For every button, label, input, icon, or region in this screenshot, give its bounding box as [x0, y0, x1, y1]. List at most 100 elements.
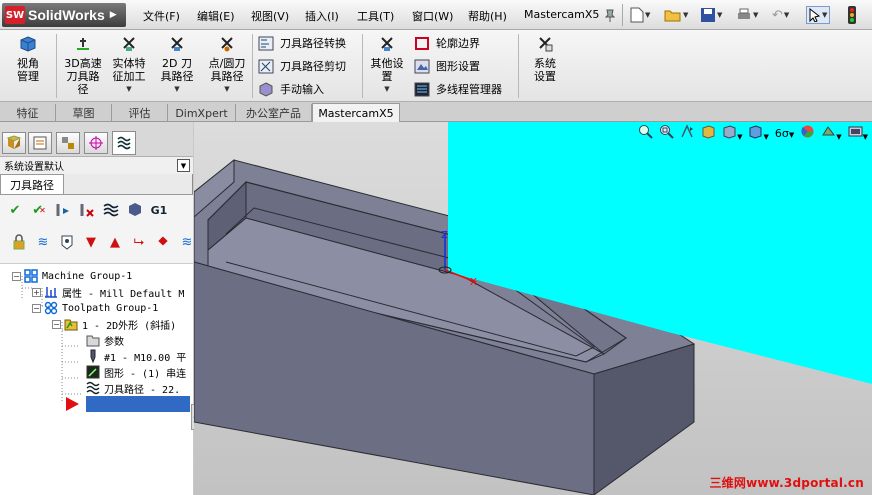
tree-node-label: 1 - 2D外形 (斜插) [82, 320, 177, 332]
new-document-icon[interactable]: ▼ [630, 6, 650, 24]
tab-mastercam-manager[interactable] [112, 131, 136, 155]
print-icon[interactable]: ▼ [736, 6, 758, 24]
config-selector[interactable]: 系统设置默认 ▼ [0, 156, 193, 174]
undo-icon[interactable]: ↶ ▼ [772, 6, 789, 24]
tab-toolpaths[interactable]: 刀具路径 [0, 174, 64, 194]
toggle-display-icon[interactable]: ≋ [34, 233, 52, 251]
menu-insert[interactable]: 插入(I) [305, 8, 339, 24]
previous-view-icon[interactable] [680, 124, 695, 142]
tree-node-properties[interactable]: + 属性 - Mill Default M [32, 284, 184, 300]
post-g1-icon[interactable]: G1 [150, 201, 168, 219]
3d-highspeed-label: 3D高速刀具路径 [64, 57, 102, 96]
other-settings-button[interactable]: 其他设置 ▼ [366, 36, 408, 96]
tab-dimxpert[interactable]: DimXpert [168, 104, 236, 122]
tab-office-products[interactable]: 办公室产品 [236, 104, 312, 122]
menu-file[interactable]: 文件(F) [143, 8, 180, 24]
collapse-toggle[interactable]: − [52, 319, 61, 329]
save-icon[interactable]: ▼ [700, 6, 722, 24]
solid-feature-icon [123, 37, 135, 51]
tree-node-toolpath-group[interactable]: − Toolpath Group-1 [32, 300, 158, 316]
verify-icon[interactable] [126, 201, 144, 219]
tab-feature-manager[interactable] [2, 132, 26, 154]
insert-position-highlight[interactable] [86, 396, 190, 412]
tree-node-toolpath[interactable]: 刀具路径 - 22. [86, 380, 180, 396]
select-all-invalid-icon[interactable]: ✔ ✕ [30, 201, 48, 219]
view-settings-icon[interactable]: ▼ [848, 124, 868, 142]
menu-edit[interactable]: 编辑(E) [197, 8, 235, 24]
menu-tools[interactable]: 工具(T) [357, 8, 394, 24]
system-settings-icon [539, 37, 553, 52]
tab-configuration-manager[interactable] [56, 132, 80, 154]
tab-sketch[interactable]: 草图 [56, 104, 112, 122]
multithread-manager-button[interactable]: 多线程管理器 [414, 80, 502, 98]
insert-arrow-icon[interactable]: ⮡ [130, 233, 148, 251]
tree-node-tool[interactable]: #1 - M10.00 平 [86, 348, 186, 364]
3d-highspeed-toolpath-button[interactable]: 3D高速刀具路径 [60, 36, 106, 96]
menu-mastercam[interactable]: MastercamX5 [524, 8, 599, 21]
z-axis-label: Z [441, 230, 448, 241]
insert-arrow-icon[interactable] [66, 397, 79, 411]
collapse-toggle[interactable]: − [32, 303, 41, 313]
tab-features[interactable]: 特征 [0, 104, 56, 122]
toolpath-transform-label: 刀具路径转换 [280, 37, 346, 50]
machine-group-icon [24, 269, 38, 283]
tree-node-operation-2d-contour[interactable]: − 1 - 2D外形 (斜插) [52, 316, 176, 332]
graphics-settings-button[interactable]: 图形设置 [414, 57, 480, 75]
2d-toolpath-button[interactable]: 2D 刀具路径 ▼ [154, 36, 200, 96]
select-all-icon[interactable]: ✔ [6, 201, 24, 219]
zoom-to-fit-icon[interactable] [638, 124, 653, 142]
regenerate-dirty-icon[interactable] [78, 201, 96, 219]
manual-entry-label: 手动输入 [280, 83, 324, 96]
contour-boundary-button[interactable]: 轮廓边界 [414, 34, 480, 52]
sw-logo-icon: SW [5, 6, 25, 24]
tree-node-label: Toolpath Group-1 [62, 302, 159, 314]
display-style-icon[interactable]: ▼ [748, 124, 769, 142]
move-down-icon[interactable]: ▼ [82, 233, 100, 251]
move-up-icon[interactable]: ▲ [106, 233, 124, 251]
tree-node-label: 刀具路径 - 22. [104, 384, 181, 396]
expand-toggle[interactable]: + [32, 287, 41, 297]
apply-scene-icon[interactable]: ▼ [821, 124, 842, 142]
open-folder-icon[interactable]: ▼ [664, 6, 688, 24]
toolpath-transform-button[interactable]: 刀具路径转换 [258, 34, 346, 52]
menu-view[interactable]: 视图(V) [251, 8, 289, 24]
traffic-light-icon[interactable] [848, 6, 856, 24]
graphics-viewport[interactable]: Z X ▼ ▼ 6σ▼ ▼ ▼ 三维网www.3dportal.cn [194, 122, 872, 495]
pin-icon[interactable] [602, 6, 618, 24]
other-settings-label: 其他设置 [370, 57, 404, 83]
select-arrow-icon[interactable]: ▼ [806, 6, 831, 24]
regenerate-icon[interactable] [54, 201, 72, 219]
menu-help[interactable]: 帮助(H) [468, 8, 507, 24]
system-settings-button[interactable]: 系统设置 [524, 36, 566, 83]
hide-show-items-icon[interactable]: 6σ▼ [775, 127, 794, 140]
tab-mastercamx5[interactable]: MastercamX5 [312, 103, 400, 123]
property-icon [33, 136, 47, 150]
tab-evaluate[interactable]: 评估 [112, 104, 168, 122]
chevron-down-icon[interactable]: ▼ [177, 159, 190, 172]
view-orientation-icon[interactable]: ▼ [722, 124, 742, 142]
tree-node-geometry[interactable]: 图形 - (1) 串连 [86, 364, 186, 380]
tree-node-label: #1 - M10.00 平 [104, 352, 187, 364]
edit-appearance-icon[interactable] [800, 124, 815, 142]
solid-feature-label: 实体特征加工 [112, 57, 146, 83]
point-circle-toolpath-button[interactable]: 点/圆刀具路径 ▼ [204, 36, 250, 96]
manual-entry-button[interactable]: 手动输入 [258, 80, 324, 98]
zoom-area-icon[interactable] [659, 124, 674, 142]
toolpath-toolbar-row-2: ≋ ▼ ▲ ⮡ ⯁ ≋ [10, 231, 202, 253]
menu-window[interactable]: 窗口(W) [412, 8, 453, 24]
scroll-to-insert-icon[interactable]: ⯁ [154, 233, 172, 251]
tree-node-machine-group[interactable]: − Machine Group-1 [12, 268, 132, 284]
tab-dimxpert-manager[interactable] [84, 132, 108, 154]
collapse-toggle[interactable]: − [12, 271, 21, 281]
toggle-post-icon[interactable] [58, 233, 76, 251]
lock-icon[interactable] [10, 233, 28, 251]
toolpath-trim-button[interactable]: 刀具路径剪切 [258, 57, 346, 75]
section-view-icon[interactable] [701, 124, 716, 142]
tree-node-parameters[interactable]: 参数 [86, 332, 124, 348]
toolpath-group-icon [44, 301, 58, 315]
tab-property-manager[interactable] [28, 132, 52, 154]
solid-feature-button[interactable]: 实体特征加工 ▼ [106, 36, 152, 96]
backplot-icon[interactable] [102, 201, 120, 219]
solidworks-logo[interactable]: SW SolidWorks ▶ [2, 3, 126, 27]
view-management-button[interactable]: 视角管理 [8, 36, 48, 83]
